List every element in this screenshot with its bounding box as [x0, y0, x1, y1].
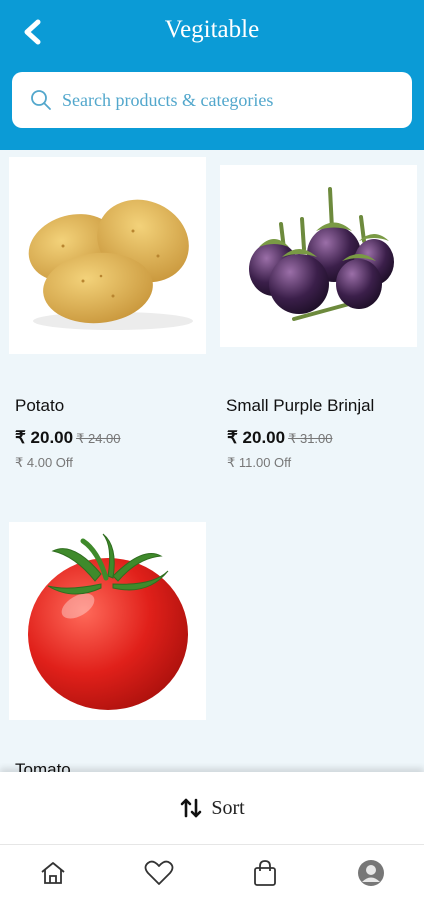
product-price: ₹ 20.00: [15, 428, 74, 447]
product-price-line: ₹ 20.00 ₹ 31.00: [227, 428, 333, 448]
sort-button[interactable]: Sort: [0, 772, 424, 844]
product-name[interactable]: Small Purple Brinjal: [226, 396, 374, 416]
nav-cart[interactable]: [235, 850, 295, 896]
nav-wishlist[interactable]: [129, 850, 189, 896]
page-title: Vegitable: [164, 16, 260, 43]
product-price-line: ₹ 20.00 ₹ 24.00: [15, 428, 121, 448]
home-icon: [41, 861, 65, 884]
profile-icon: [358, 859, 384, 886]
product-price: ₹ 20.00: [227, 428, 286, 447]
app-header: Vegitable: [0, 0, 424, 150]
bag-icon: [254, 859, 276, 886]
heart-icon: [144, 860, 174, 885]
search-icon: [31, 90, 51, 110]
nav-home[interactable]: [23, 850, 83, 896]
nav-profile[interactable]: [341, 850, 401, 896]
product-image-tomato[interactable]: [9, 522, 206, 720]
product-discount: ₹ 4.00 Off: [15, 455, 73, 470]
product-image-potato[interactable]: [9, 157, 206, 354]
product-mrp: ₹ 24.00: [76, 431, 121, 446]
product-image-brinjal[interactable]: [220, 165, 417, 347]
tomato-image: [27, 533, 188, 710]
search-input[interactable]: [62, 89, 382, 111]
product-mrp: ₹ 31.00: [288, 431, 333, 446]
product-name[interactable]: Potato: [15, 396, 64, 416]
brinjal-image: [248, 186, 394, 321]
product-discount: ₹ 11.00 Off: [227, 455, 292, 470]
sort-icon: [181, 798, 202, 818]
bottom-navigation: [0, 844, 424, 900]
potato-image: [28, 199, 193, 330]
sort-label: Sort: [211, 796, 245, 819]
search-box[interactable]: [12, 72, 412, 128]
